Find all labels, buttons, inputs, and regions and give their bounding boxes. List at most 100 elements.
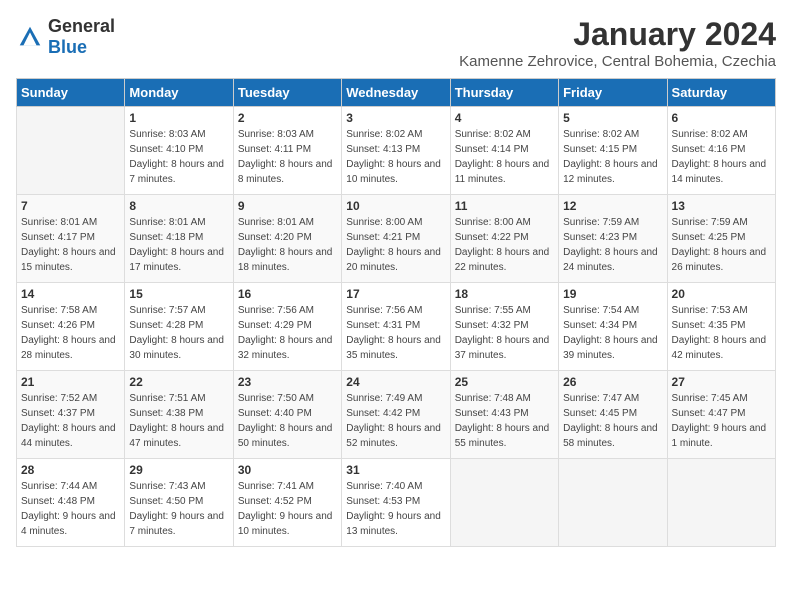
calendar-week-row: 21 Sunrise: 7:52 AMSunset: 4:37 PMDaylig… <box>17 371 776 459</box>
calendar-cell: 24 Sunrise: 7:49 AMSunset: 4:42 PMDaylig… <box>342 371 450 459</box>
day-number: 10 <box>346 199 445 213</box>
day-number: 21 <box>21 375 120 389</box>
calendar-cell: 4 Sunrise: 8:02 AMSunset: 4:14 PMDayligh… <box>450 107 558 195</box>
day-info: Sunrise: 8:02 AMSunset: 4:13 PMDaylight:… <box>346 127 445 187</box>
day-number: 23 <box>238 375 337 389</box>
subtitle: Kamenne Zehrovice, Central Bohemia, Czec… <box>459 53 776 70</box>
calendar-cell: 20 Sunrise: 7:53 AMSunset: 4:35 PMDaylig… <box>667 283 775 371</box>
day-number: 19 <box>563 287 662 301</box>
day-number: 28 <box>21 463 120 477</box>
weekday-header-monday: Monday <box>125 79 233 107</box>
calendar-cell: 1 Sunrise: 8:03 AMSunset: 4:10 PMDayligh… <box>125 107 233 195</box>
calendar-cell: 19 Sunrise: 7:54 AMSunset: 4:34 PMDaylig… <box>559 283 667 371</box>
day-number: 7 <box>21 199 120 213</box>
calendar-cell: 5 Sunrise: 8:02 AMSunset: 4:15 PMDayligh… <box>559 107 667 195</box>
day-info: Sunrise: 7:59 AMSunset: 4:23 PMDaylight:… <box>563 215 662 275</box>
day-info: Sunrise: 7:59 AMSunset: 4:25 PMDaylight:… <box>672 215 771 275</box>
day-number: 26 <box>563 375 662 389</box>
day-info: Sunrise: 8:01 AMSunset: 4:18 PMDaylight:… <box>129 215 228 275</box>
day-info: Sunrise: 7:54 AMSunset: 4:34 PMDaylight:… <box>563 303 662 363</box>
day-info: Sunrise: 7:49 AMSunset: 4:42 PMDaylight:… <box>346 391 445 451</box>
day-info: Sunrise: 7:53 AMSunset: 4:35 PMDaylight:… <box>672 303 771 363</box>
day-info: Sunrise: 7:45 AMSunset: 4:47 PMDaylight:… <box>672 391 771 451</box>
day-number: 31 <box>346 463 445 477</box>
day-number: 24 <box>346 375 445 389</box>
day-info: Sunrise: 7:43 AMSunset: 4:50 PMDaylight:… <box>129 479 228 539</box>
day-info: Sunrise: 8:02 AMSunset: 4:15 PMDaylight:… <box>563 127 662 187</box>
day-number: 18 <box>455 287 554 301</box>
calendar-cell: 8 Sunrise: 8:01 AMSunset: 4:18 PMDayligh… <box>125 195 233 283</box>
day-number: 30 <box>238 463 337 477</box>
day-info: Sunrise: 7:48 AMSunset: 4:43 PMDaylight:… <box>455 391 554 451</box>
day-number: 22 <box>129 375 228 389</box>
calendar-cell <box>450 459 558 547</box>
day-info: Sunrise: 8:03 AMSunset: 4:11 PMDaylight:… <box>238 127 337 187</box>
calendar-cell: 13 Sunrise: 7:59 AMSunset: 4:25 PMDaylig… <box>667 195 775 283</box>
day-number: 29 <box>129 463 228 477</box>
calendar-cell: 16 Sunrise: 7:56 AMSunset: 4:29 PMDaylig… <box>233 283 341 371</box>
day-info: Sunrise: 8:00 AMSunset: 4:21 PMDaylight:… <box>346 215 445 275</box>
day-info: Sunrise: 7:57 AMSunset: 4:28 PMDaylight:… <box>129 303 228 363</box>
calendar-cell: 27 Sunrise: 7:45 AMSunset: 4:47 PMDaylig… <box>667 371 775 459</box>
calendar-cell: 11 Sunrise: 8:00 AMSunset: 4:22 PMDaylig… <box>450 195 558 283</box>
weekday-header-sunday: Sunday <box>17 79 125 107</box>
calendar-body: 1 Sunrise: 8:03 AMSunset: 4:10 PMDayligh… <box>17 107 776 547</box>
day-info: Sunrise: 7:47 AMSunset: 4:45 PMDaylight:… <box>563 391 662 451</box>
day-number: 25 <box>455 375 554 389</box>
day-number: 16 <box>238 287 337 301</box>
day-number: 4 <box>455 111 554 125</box>
calendar-cell: 29 Sunrise: 7:43 AMSunset: 4:50 PMDaylig… <box>125 459 233 547</box>
calendar-cell: 18 Sunrise: 7:55 AMSunset: 4:32 PMDaylig… <box>450 283 558 371</box>
day-info: Sunrise: 8:03 AMSunset: 4:10 PMDaylight:… <box>129 127 228 187</box>
title-block: January 2024 Kamenne Zehrovice, Central … <box>459 16 776 70</box>
calendar-cell: 10 Sunrise: 8:00 AMSunset: 4:21 PMDaylig… <box>342 195 450 283</box>
day-number: 2 <box>238 111 337 125</box>
day-info: Sunrise: 8:02 AMSunset: 4:16 PMDaylight:… <box>672 127 771 187</box>
day-info: Sunrise: 7:52 AMSunset: 4:37 PMDaylight:… <box>21 391 120 451</box>
calendar-cell: 9 Sunrise: 8:01 AMSunset: 4:20 PMDayligh… <box>233 195 341 283</box>
day-number: 15 <box>129 287 228 301</box>
day-info: Sunrise: 8:01 AMSunset: 4:17 PMDaylight:… <box>21 215 120 275</box>
calendar-table: SundayMondayTuesdayWednesdayThursdayFrid… <box>16 78 776 547</box>
day-number: 14 <box>21 287 120 301</box>
day-number: 17 <box>346 287 445 301</box>
day-info: Sunrise: 7:51 AMSunset: 4:38 PMDaylight:… <box>129 391 228 451</box>
calendar-cell <box>17 107 125 195</box>
weekday-header-wednesday: Wednesday <box>342 79 450 107</box>
day-info: Sunrise: 7:44 AMSunset: 4:48 PMDaylight:… <box>21 479 120 539</box>
day-info: Sunrise: 8:02 AMSunset: 4:14 PMDaylight:… <box>455 127 554 187</box>
calendar-cell: 26 Sunrise: 7:47 AMSunset: 4:45 PMDaylig… <box>559 371 667 459</box>
day-info: Sunrise: 7:55 AMSunset: 4:32 PMDaylight:… <box>455 303 554 363</box>
weekday-header-thursday: Thursday <box>450 79 558 107</box>
calendar-cell: 22 Sunrise: 7:51 AMSunset: 4:38 PMDaylig… <box>125 371 233 459</box>
calendar-cell: 15 Sunrise: 7:57 AMSunset: 4:28 PMDaylig… <box>125 283 233 371</box>
header: General Blue January 2024 Kamenne Zehrov… <box>16 16 776 70</box>
day-number: 11 <box>455 199 554 213</box>
day-number: 6 <box>672 111 771 125</box>
day-number: 12 <box>563 199 662 213</box>
day-info: Sunrise: 8:01 AMSunset: 4:20 PMDaylight:… <box>238 215 337 275</box>
weekday-header-tuesday: Tuesday <box>233 79 341 107</box>
day-number: 9 <box>238 199 337 213</box>
day-info: Sunrise: 7:56 AMSunset: 4:31 PMDaylight:… <box>346 303 445 363</box>
calendar-cell <box>667 459 775 547</box>
day-number: 8 <box>129 199 228 213</box>
calendar-header: SundayMondayTuesdayWednesdayThursdayFrid… <box>17 79 776 107</box>
day-number: 3 <box>346 111 445 125</box>
logo: General Blue <box>16 16 115 58</box>
day-info: Sunrise: 7:40 AMSunset: 4:53 PMDaylight:… <box>346 479 445 539</box>
calendar-cell: 2 Sunrise: 8:03 AMSunset: 4:11 PMDayligh… <box>233 107 341 195</box>
day-info: Sunrise: 8:00 AMSunset: 4:22 PMDaylight:… <box>455 215 554 275</box>
day-number: 20 <box>672 287 771 301</box>
weekday-row: SundayMondayTuesdayWednesdayThursdayFrid… <box>17 79 776 107</box>
logo-general: General <box>48 16 115 36</box>
calendar-cell: 3 Sunrise: 8:02 AMSunset: 4:13 PMDayligh… <box>342 107 450 195</box>
calendar-cell: 14 Sunrise: 7:58 AMSunset: 4:26 PMDaylig… <box>17 283 125 371</box>
calendar-cell <box>559 459 667 547</box>
logo-blue: Blue <box>48 37 87 57</box>
calendar-week-row: 1 Sunrise: 8:03 AMSunset: 4:10 PMDayligh… <box>17 107 776 195</box>
calendar-week-row: 7 Sunrise: 8:01 AMSunset: 4:17 PMDayligh… <box>17 195 776 283</box>
day-number: 13 <box>672 199 771 213</box>
calendar-cell: 23 Sunrise: 7:50 AMSunset: 4:40 PMDaylig… <box>233 371 341 459</box>
main-title: January 2024 <box>459 16 776 53</box>
